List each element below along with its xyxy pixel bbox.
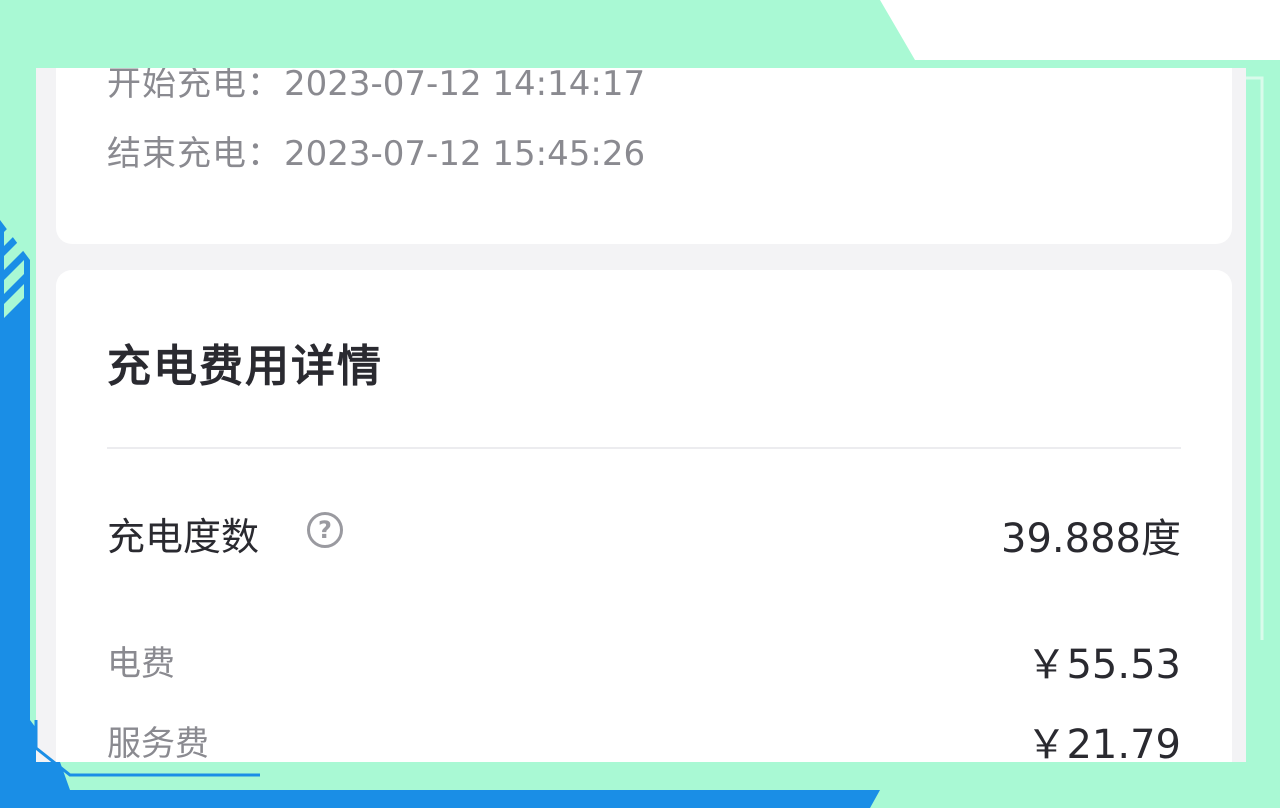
start-time-value: 2023-07-12 14:14:17 — [284, 68, 646, 104]
charge-time-card: 开始充电：2023-07-12 14:14:17 结束充电：2023-07-12… — [56, 68, 1232, 244]
divider — [107, 447, 1181, 449]
electricity-fee-value: ￥55.53 — [1026, 642, 1181, 688]
electricity-fee-label: 电费 — [107, 644, 175, 684]
kwh-row: 充电度数 ? 39.888度 — [107, 506, 1181, 562]
end-time-value: 2023-07-12 15:45:26 — [284, 134, 646, 174]
start-time-row: 开始充电：2023-07-12 14:14:17 — [107, 68, 645, 105]
electricity-fee-row: 电费 ￥55.53 — [107, 636, 1181, 688]
service-fee-row: 服务费 ￥21.79 — [107, 716, 1181, 762]
help-circle-icon[interactable]: ? — [307, 512, 343, 548]
fee-details-card: 充电费用详情 充电度数 ? 39.888度 电费 ￥55.53 服务费 ￥21.… — [56, 270, 1232, 762]
fee-details-title: 充电费用详情 — [107, 341, 383, 392]
kwh-label: 充电度数 — [107, 515, 260, 559]
service-fee-label: 服务费 — [107, 724, 209, 762]
end-time-row: 结束充电：2023-07-12 15:45:26 — [107, 126, 645, 175]
service-fee-value: ￥21.79 — [1026, 722, 1181, 762]
end-time-label: 结束充电： — [107, 134, 282, 174]
kwh-value: 39.888度 — [1001, 516, 1181, 562]
content-panel: 开始充电：2023-07-12 14:14:17 结束充电：2023-07-12… — [36, 68, 1246, 762]
start-time-label: 开始充电： — [107, 68, 282, 104]
